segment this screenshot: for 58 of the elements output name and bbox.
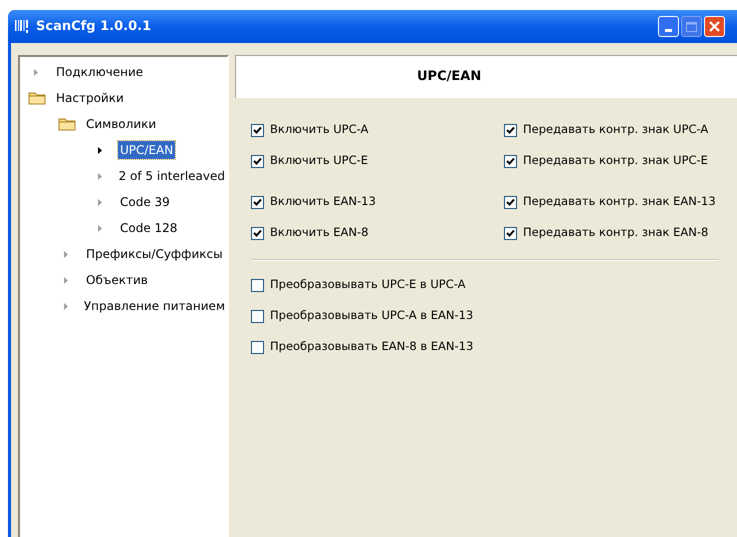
triangle-icon [98, 198, 102, 206]
checkbox-label: Передавать контр. знак EAN-8 [523, 224, 708, 242]
panel-title: UPC/EAN [417, 68, 482, 86]
checkbox-label: Включить UPC-A [270, 121, 368, 138]
checkmark-icon [506, 198, 515, 206]
triangle-icon [98, 146, 102, 154]
triangle-icon [64, 276, 68, 284]
checkbox[interactable] [251, 154, 264, 168]
maximize-icon [686, 22, 697, 32]
close-button[interactable] [704, 16, 725, 37]
checkbox[interactable] [251, 278, 264, 292]
checkmark-icon [506, 228, 515, 238]
tree-item[interactable]: Настройки [54, 89, 126, 107]
checkbox-label: Включить UPC-E [270, 152, 368, 170]
checkbox[interactable] [504, 226, 517, 240]
checkmark-icon [253, 126, 262, 134]
checkmark-icon [253, 228, 262, 238]
checkbox[interactable] [251, 226, 264, 240]
checkbox[interactable] [251, 124, 264, 136]
tree-item[interactable]: Символики [84, 115, 158, 133]
tree-item[interactable]: 2 of 5 interleaved [116, 167, 227, 185]
tree-item[interactable]: Префиксы/Суффиксы [84, 245, 225, 263]
tree-item[interactable]: Подключение [54, 63, 146, 81]
tree-item[interactable]: Управление питанием [82, 297, 227, 315]
triangle-icon [98, 172, 102, 180]
checkbox-label: Включить EAN-8 [270, 224, 368, 242]
checkbox[interactable] [504, 124, 517, 136]
checkbox[interactable] [251, 310, 264, 322]
tree-item[interactable]: UPC/EAN [118, 141, 176, 159]
tree-item[interactable]: Code 128 [118, 219, 180, 237]
triangle-icon [64, 302, 68, 310]
checkbox-label: Передавать контр. знак UPC-A [523, 121, 708, 138]
checkbox-label: Передавать контр. знак UPC-E [523, 152, 708, 170]
checkbox[interactable] [251, 340, 264, 354]
triangle-icon [34, 68, 38, 76]
window-title: ScanCfg 1.0.0.1 [36, 18, 152, 36]
close-icon [709, 21, 720, 32]
checkbox-label: Преобразовывать UPC-E в UPC-A [270, 276, 466, 294]
tree-item[interactable]: Объектив [84, 271, 150, 289]
folder-icon [58, 117, 76, 131]
triangle-icon [64, 250, 68, 258]
checkbox-label: Передавать контр. знак EAN-13 [523, 193, 716, 210]
minimize-button[interactable] [658, 16, 679, 37]
checkmark-icon [253, 198, 262, 206]
triangle-icon [98, 224, 102, 232]
checkbox-label: Преобразовывать UPC-A в EAN-13 [270, 307, 474, 324]
minimize-icon [665, 29, 672, 32]
folder-icon [28, 91, 46, 105]
barcode-icon [14, 18, 30, 34]
checkbox[interactable] [504, 154, 517, 168]
checkbox-label: Преобразовывать EAN-8 в EAN-13 [270, 338, 474, 356]
checkmark-icon [506, 156, 515, 166]
tree-item[interactable]: Code 39 [118, 193, 172, 211]
checkbox-label: Включить EAN-13 [270, 193, 376, 210]
checkmark-icon [506, 126, 515, 134]
checkmark-icon [253, 156, 262, 166]
checkbox[interactable] [251, 196, 264, 208]
checkbox[interactable] [504, 196, 517, 208]
